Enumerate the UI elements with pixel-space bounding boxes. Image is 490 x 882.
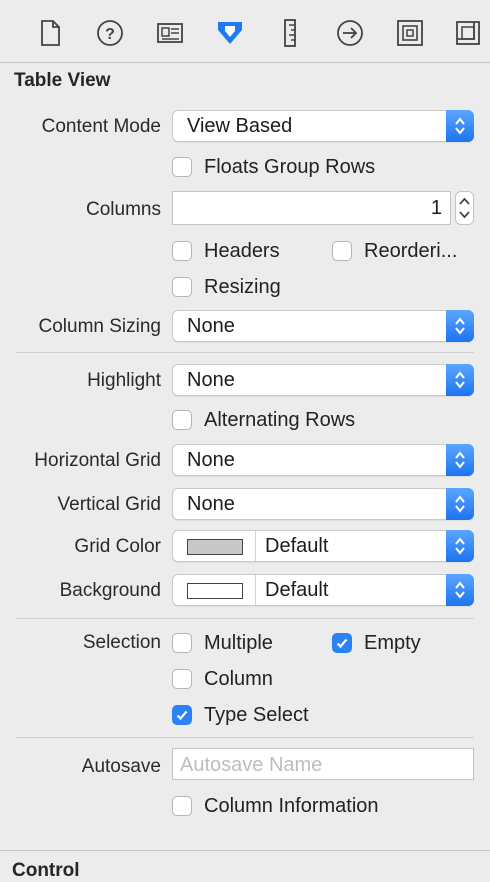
- popup-arrows-icon: [446, 364, 474, 396]
- color-separator: [255, 531, 256, 561]
- vertical-grid-popup[interactable]: None: [172, 488, 474, 520]
- popup-arrows-icon: [446, 110, 474, 142]
- popup-arrows-icon: [446, 530, 474, 562]
- background-color-swatch[interactable]: [187, 583, 243, 599]
- columns-stepper[interactable]: [455, 191, 474, 225]
- reordering-checkbox[interactable]: Reorderi...: [332, 238, 457, 264]
- checkmark-icon: [332, 633, 352, 653]
- checkmark-icon: [172, 705, 192, 725]
- attributes-icon[interactable]: [212, 15, 248, 51]
- popup-arrows-icon: [446, 574, 474, 606]
- column-information-label: Column Information: [204, 794, 379, 817]
- effects-icon[interactable]: [450, 15, 486, 51]
- color-separator: [255, 575, 256, 605]
- checkbox-box: [172, 277, 192, 297]
- content-mode-value: View Based: [187, 115, 293, 137]
- vertical-grid-label: Vertical Grid: [57, 494, 161, 515]
- alternating-rows-label: Alternating Rows: [204, 408, 356, 431]
- column-information-checkbox[interactable]: Column Information: [172, 793, 379, 819]
- selection-label: Selection: [82, 632, 161, 653]
- content-mode-popup[interactable]: View Based: [172, 110, 474, 142]
- empty-label: Empty: [364, 631, 421, 654]
- inspector-toolbar: ?: [0, 0, 490, 63]
- type-select-checkbox[interactable]: Type Select: [172, 702, 309, 728]
- columns-field[interactable]: 1: [172, 191, 451, 225]
- stepper-arrows-icon: [459, 197, 470, 219]
- alternating-rows-checkbox[interactable]: Alternating Rows: [172, 407, 355, 433]
- resizing-label: Resizing: [204, 275, 281, 298]
- columns-label: Columns: [86, 199, 161, 220]
- bindings-icon[interactable]: [392, 15, 428, 51]
- checkbox-box: [332, 241, 352, 261]
- highlight-value: None: [187, 369, 235, 391]
- control-section-header: Control: [0, 850, 490, 881]
- horizontal-grid-value: None: [187, 449, 235, 471]
- reordering-label: Reorderi...: [364, 239, 458, 262]
- identity-icon[interactable]: [152, 15, 188, 51]
- background-value: Default: [265, 579, 329, 601]
- floats-group-rows-checkbox[interactable]: Floats Group Rows: [172, 154, 375, 180]
- background-popup[interactable]: Default: [172, 574, 474, 606]
- checkbox-box: [172, 410, 192, 430]
- type-select-label: Type Select: [204, 703, 309, 726]
- checkbox-box: [172, 241, 192, 261]
- grid-color-popup[interactable]: Default: [172, 530, 474, 562]
- divider: [16, 618, 474, 619]
- divider: [16, 737, 474, 738]
- svg-text:?: ?: [105, 26, 115, 43]
- checkbox-box: [172, 633, 192, 653]
- content-mode-label: Content Mode: [41, 116, 161, 137]
- floats-group-rows-label: Floats Group Rows: [204, 155, 376, 178]
- horizontal-grid-label: Horizontal Grid: [34, 450, 161, 471]
- autosave-placeholder: Autosave Name: [180, 754, 323, 776]
- grid-color-label: Grid Color: [74, 536, 161, 557]
- column-label: Column: [204, 667, 273, 690]
- horizontal-grid-popup[interactable]: None: [172, 444, 474, 476]
- checkbox-box: [172, 669, 192, 689]
- autosave-field[interactable]: Autosave Name: [172, 748, 474, 780]
- vertical-grid-value: None: [187, 493, 235, 515]
- multiple-checkbox[interactable]: Multiple: [172, 630, 273, 656]
- column-checkbox[interactable]: Column: [172, 666, 273, 692]
- popup-arrows-icon: [446, 444, 474, 476]
- file-icon[interactable]: [32, 15, 68, 51]
- headers-checkbox[interactable]: Headers: [172, 238, 280, 264]
- size-icon[interactable]: [272, 15, 308, 51]
- resizing-checkbox[interactable]: Resizing: [172, 274, 281, 300]
- column-sizing-label: Column Sizing: [38, 316, 162, 337]
- checkbox-box: [172, 796, 192, 816]
- popup-arrows-icon: [446, 310, 474, 342]
- connections-icon[interactable]: [332, 15, 368, 51]
- grid-color-swatch[interactable]: [187, 539, 243, 555]
- popup-arrows-icon: [446, 488, 474, 520]
- grid-color-value: Default: [265, 535, 329, 557]
- multiple-label: Multiple: [204, 631, 273, 654]
- background-label: Background: [59, 580, 161, 601]
- divider: [16, 352, 474, 353]
- highlight-popup[interactable]: None: [172, 364, 474, 396]
- highlight-label: Highlight: [87, 370, 161, 391]
- headers-label: Headers: [204, 239, 280, 262]
- checkbox-box: [172, 157, 192, 177]
- columns-value: 1: [430, 197, 442, 219]
- section-title-control: Control: [12, 860, 80, 881]
- column-sizing-popup[interactable]: None: [172, 310, 474, 342]
- help-icon[interactable]: ?: [92, 15, 128, 51]
- empty-checkbox[interactable]: Empty: [332, 630, 421, 656]
- autosave-label: Autosave: [81, 756, 161, 777]
- column-sizing-value: None: [187, 315, 235, 337]
- section-title-table-view: Table View: [14, 70, 111, 91]
